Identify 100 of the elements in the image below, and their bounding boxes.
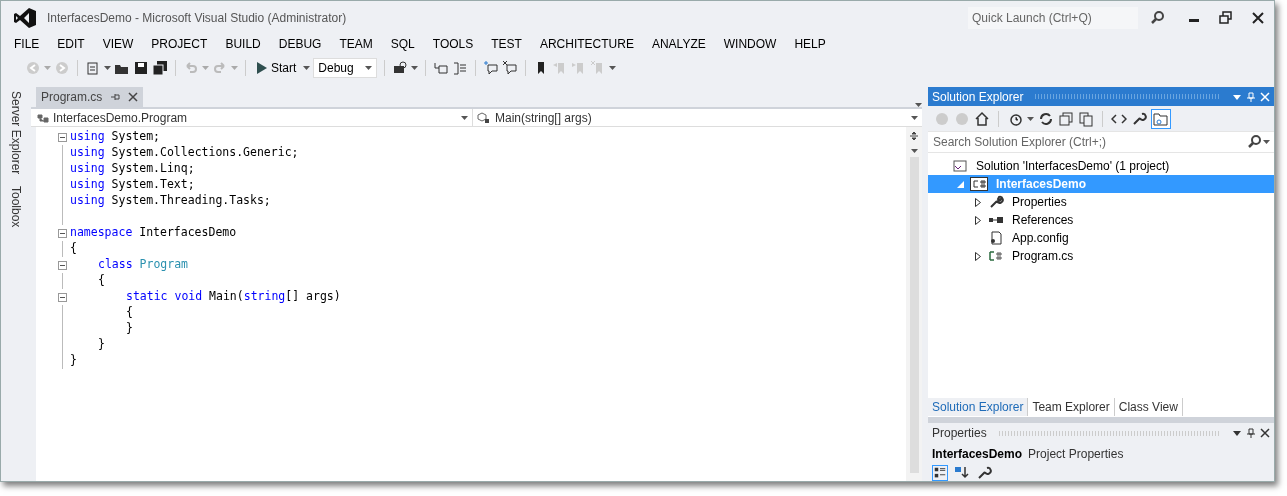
caret-icon[interactable] <box>303 66 311 70</box>
config-file-icon[interactable] <box>988 230 1004 246</box>
object-name: InterfacesDemo <box>932 446 1023 463</box>
menu-item[interactable]: TEAM <box>330 35 382 53</box>
outdent-icon[interactable] <box>452 60 469 76</box>
copy-icon[interactable] <box>1078 110 1094 127</box>
collapse-icon[interactable] <box>57 228 67 238</box>
caret-icon[interactable] <box>365 66 373 70</box>
collapse-all-icon[interactable] <box>1058 110 1074 127</box>
comment-icon[interactable] <box>483 60 500 76</box>
close-icon[interactable] <box>128 92 139 102</box>
code-line: using System.Text; <box>70 176 195 194</box>
dropdown-icon[interactable] <box>1232 428 1242 438</box>
caret-icon[interactable] <box>1027 116 1034 121</box>
code-line: } <box>97 336 105 354</box>
menu-item[interactable]: TOOLS <box>423 35 483 53</box>
search-icon[interactable] <box>1150 10 1166 26</box>
pin-icon[interactable] <box>110 92 121 102</box>
collapsed-arrow-icon[interactable] <box>975 215 981 225</box>
refresh-icon[interactable] <box>1038 110 1054 127</box>
find-icon[interactable] <box>392 60 409 76</box>
close-icon[interactable] <box>1260 428 1270 438</box>
menu-item[interactable]: ANALYZE <box>642 35 715 53</box>
close-icon[interactable] <box>1250 10 1266 26</box>
new-project-icon[interactable] <box>85 60 101 76</box>
caret-icon[interactable] <box>910 149 918 153</box>
save-icon[interactable] <box>133 60 149 76</box>
tree-item[interactable]: Solution 'InterfacesDemo' (1 project) <box>928 157 1274 175</box>
home-icon[interactable] <box>974 110 990 127</box>
folder-search-icon <box>1153 110 1169 127</box>
method-icon[interactable] <box>477 111 491 124</box>
menu-item[interactable]: ARCHITECTURE <box>530 35 643 53</box>
search-box[interactable]: Search Solution Explorer (Ctrl+;) <box>928 131 1274 153</box>
menu-item[interactable]: PROJECT <box>142 35 217 53</box>
code-line: namespace InterfacesDemo <box>70 224 237 242</box>
caret-icon[interactable] <box>461 115 468 120</box>
pin-icon[interactable] <box>1246 428 1256 438</box>
code-line: using System.Threading.Tasks; <box>70 192 271 210</box>
menu-item[interactable]: HELP <box>785 35 835 53</box>
menu-item[interactable]: DEBUG <box>269 35 331 53</box>
menu-item[interactable]: EDIT <box>48 35 94 53</box>
caret-icon[interactable] <box>1263 140 1270 144</box>
tree-item[interactable]: App.config <box>928 229 1274 247</box>
quick-launch-field[interactable]: Quick Launch (Ctrl+Q) <box>968 7 1138 29</box>
menu-item[interactable]: WINDOW <box>714 35 786 53</box>
code-line: static void Main(string[] args) <box>125 288 341 306</box>
collapsed-arrow-icon[interactable] <box>975 197 981 207</box>
split-icon[interactable] <box>909 131 919 141</box>
panel-tab[interactable]: Solution Explorer <box>928 398 1029 416</box>
solution-icon[interactable] <box>952 158 968 174</box>
wrench-icon[interactable] <box>988 194 1004 210</box>
visual-studio-logo <box>14 8 36 28</box>
indent-icon[interactable] <box>433 60 450 76</box>
csharp-project-icon <box>970 177 988 191</box>
tree-item[interactable]: Properties <box>928 193 1274 211</box>
document-tab[interactable]: Program.cs <box>36 87 144 107</box>
collapse-icon[interactable] <box>57 132 67 142</box>
menu-item[interactable]: BUILD <box>216 35 270 53</box>
code-line: } <box>125 320 133 338</box>
code-line: using System.Collections.Generic; <box>70 144 299 162</box>
collapsed-arrow-icon[interactable] <box>975 251 981 261</box>
tree-item-label: References <box>1012 212 1074 229</box>
side-tab[interactable]: Server Explorer <box>7 91 25 175</box>
tree-item[interactable]: References <box>928 211 1274 229</box>
menu-item[interactable]: FILE <box>5 35 49 53</box>
expanded-arrow-icon[interactable] <box>956 180 964 188</box>
save-all-icon[interactable] <box>152 60 168 76</box>
member-dropdown[interactable]: Main(string[] args) <box>473 109 922 126</box>
panel-tab[interactable]: Class View <box>1114 398 1183 416</box>
menu-item[interactable]: VIEW <box>93 35 143 53</box>
csharp-file-icon[interactable] <box>988 248 1004 264</box>
tree-item[interactable]: Program.cs <box>928 247 1274 265</box>
tree-item-label: Program.cs <box>1012 248 1074 265</box>
restore-icon[interactable] <box>1218 10 1234 26</box>
collapse-icon[interactable] <box>57 260 67 270</box>
side-tab[interactable]: Toolbox <box>7 186 25 228</box>
uncomment-icon[interactable] <box>502 60 519 76</box>
caret-icon[interactable] <box>411 66 419 70</box>
menu-item[interactable]: TEST <box>482 35 531 53</box>
caret-icon[interactable] <box>104 66 111 70</box>
tree-item-label: Solution 'InterfacesDemo' (1 project) <box>976 158 1170 175</box>
search-icon[interactable] <box>1247 134 1263 150</box>
configuration-dropdown[interactable]: Debug <box>313 58 378 78</box>
code-line: { <box>70 240 77 258</box>
wrench-icon[interactable] <box>1131 110 1147 127</box>
code-line: } <box>70 352 77 370</box>
panel-title: Properties <box>932 425 987 442</box>
caret-icon[interactable] <box>911 115 918 120</box>
sort-alphabetical-icon[interactable] <box>954 465 970 481</box>
caret-icon[interactable] <box>609 66 617 70</box>
categorized-icon[interactable] <box>932 465 948 481</box>
wrench-icon[interactable] <box>976 465 992 481</box>
class-icon[interactable] <box>37 111 49 124</box>
menu-item[interactable]: SQL <box>381 35 424 53</box>
panel-tab[interactable]: Team Explorer <box>1028 398 1115 416</box>
collapse-icon[interactable] <box>57 292 67 302</box>
type-dropdown[interactable]: InterfacesDemo.Program <box>31 109 473 126</box>
start-button[interactable]: Start <box>253 59 301 77</box>
tree-item-label: App.config <box>1012 230 1069 247</box>
tree-item-label: InterfacesDemo <box>996 176 1087 193</box>
